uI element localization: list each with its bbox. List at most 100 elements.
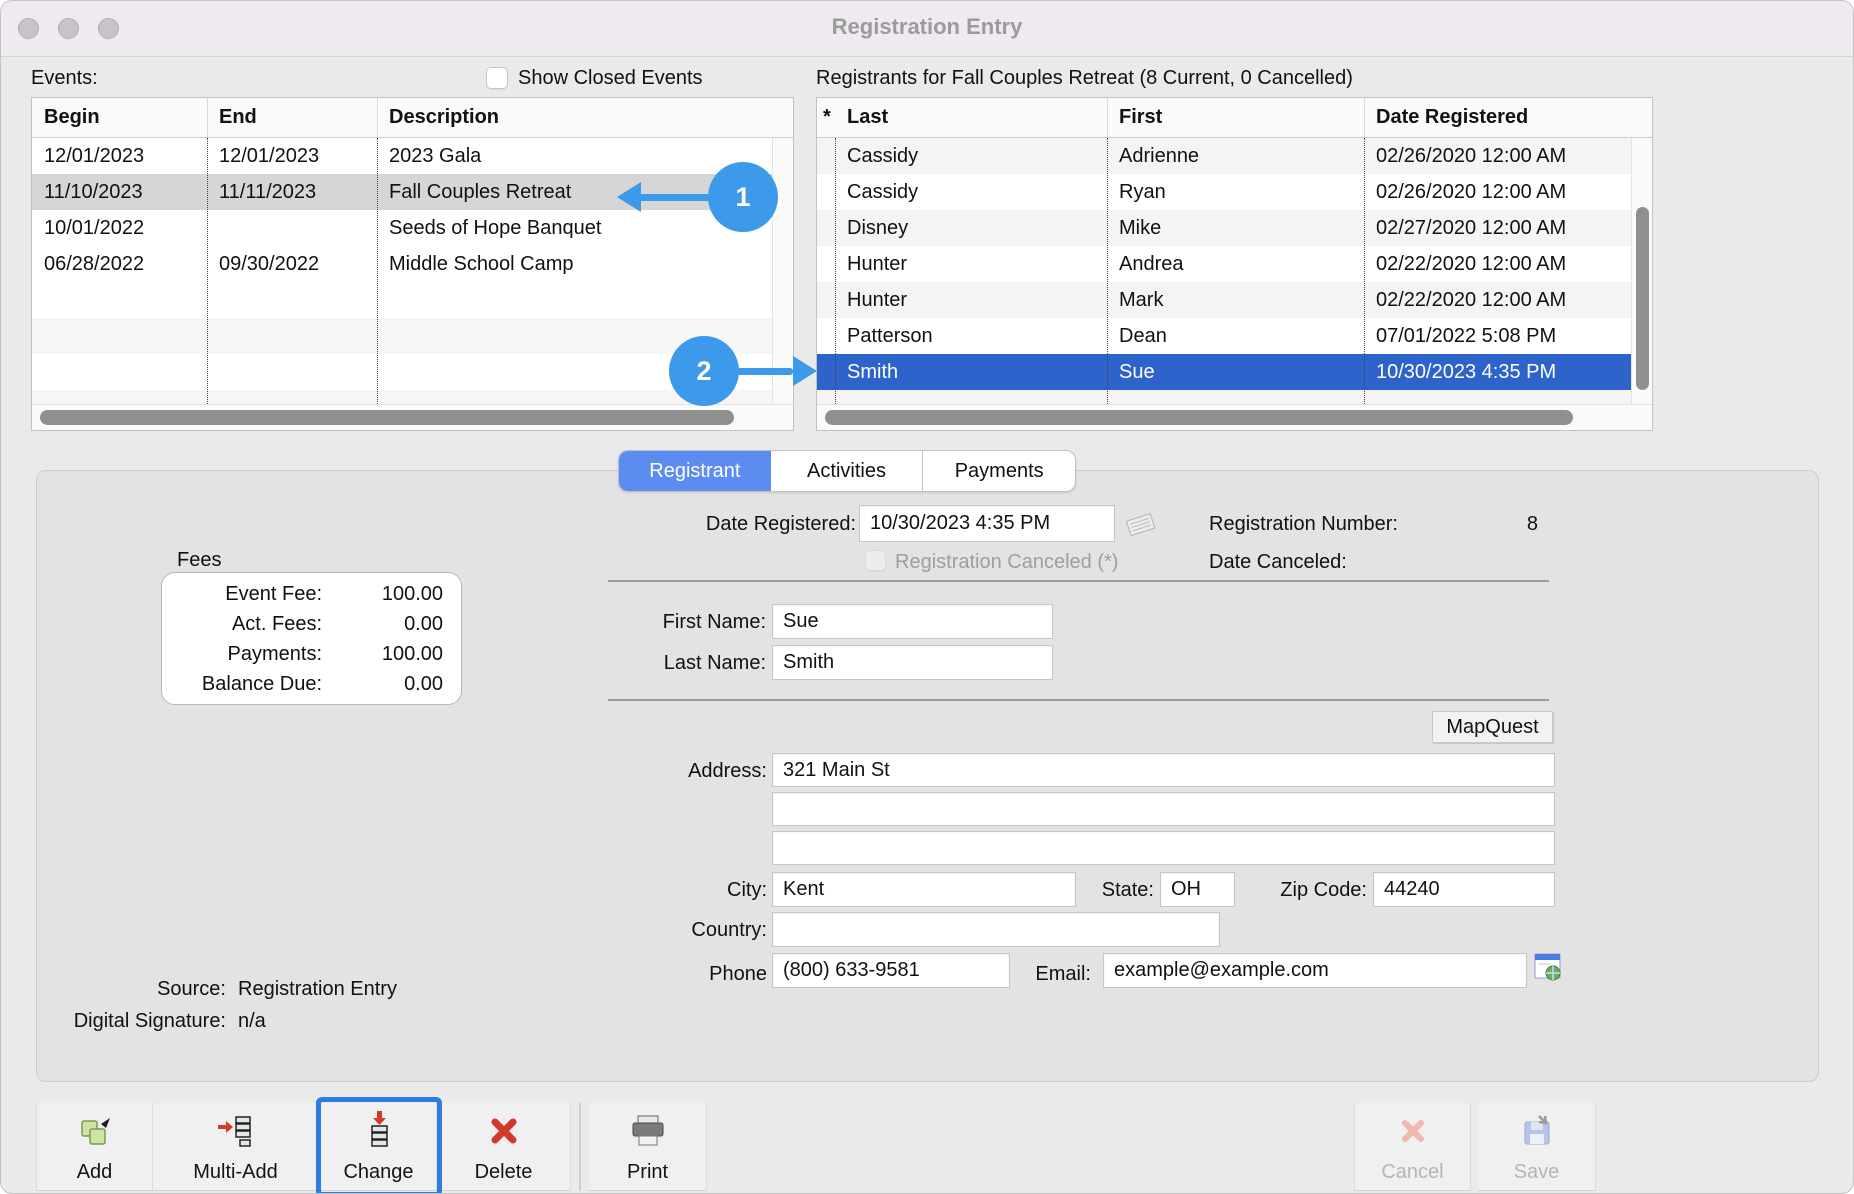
tab-payments[interactable]: Payments <box>922 451 1075 491</box>
events-col-begin[interactable]: Begin <box>32 98 207 137</box>
header-separator <box>207 98 208 137</box>
multi-add-button[interactable]: Multi-Add <box>153 1103 319 1191</box>
zip-code-input[interactable]: 44240 <box>1373 872 1555 907</box>
title-bar: Registration Entry <box>1 1 1853 57</box>
print-icon <box>628 1111 668 1151</box>
delete-label: Delete <box>475 1161 533 1184</box>
cancel-button[interactable]: Cancel <box>1354 1103 1471 1191</box>
city-input[interactable]: Kent <box>772 872 1076 907</box>
registrant-row[interactable]: Patterson Dean 07/01/2022 5:08 PM <box>817 318 1631 354</box>
country-input[interactable] <box>772 912 1220 947</box>
scrollbar-thumb[interactable] <box>1636 207 1649 390</box>
last-name-input[interactable]: Smith <box>772 645 1053 680</box>
print-button[interactable]: Print <box>589 1103 707 1191</box>
add-button[interactable]: Add <box>36 1103 153 1191</box>
email-input[interactable]: example@example.com <box>1103 953 1527 988</box>
address-line2-input[interactable] <box>772 792 1555 826</box>
events-col-end[interactable]: End <box>207 98 377 137</box>
header-separator <box>1364 98 1365 137</box>
scrollbar-thumb[interactable] <box>40 410 734 425</box>
add-icon <box>77 1111 113 1151</box>
tab-activities[interactable]: Activities <box>771 451 923 491</box>
column-divider <box>207 138 208 404</box>
delete-icon <box>487 1111 521 1151</box>
phone-input[interactable]: (800) 633-9581 <box>772 953 1010 988</box>
zip-code-label: Zip Code: <box>1249 877 1367 903</box>
registrant-last: Patterson <box>835 318 1107 354</box>
add-label: Add <box>77 1161 113 1184</box>
registrant-date: 02/22/2020 12:00 AM <box>1364 246 1631 282</box>
registrant-last: Hunter <box>835 282 1107 318</box>
registrant-row-selected[interactable]: Smith Sue 10/30/2023 4:35 PM <box>817 354 1631 390</box>
save-button[interactable]: Save <box>1478 1103 1596 1191</box>
delete-button[interactable]: Delete <box>437 1103 571 1191</box>
registrant-first: Ryan <box>1107 174 1364 210</box>
registrants-table-body: Cassidy Adrienne 02/26/2020 12:00 AM Cas… <box>817 138 1631 404</box>
open-browser-icon[interactable] <box>1534 949 1562 988</box>
payments-label: Payments: <box>162 639 322 669</box>
registrants-col-date[interactable]: Date Registered <box>1364 98 1632 137</box>
act-fees-label: Act. Fees: <box>162 609 322 639</box>
registrants-vertical-scrollbar[interactable] <box>1631 138 1652 404</box>
balance-due-label: Balance Due: <box>162 669 322 699</box>
registrant-flag <box>817 318 835 354</box>
window-title: Registration Entry <box>1 14 1853 40</box>
event-fee-value: 100.00 <box>322 579 461 609</box>
date-stamp-icon[interactable] <box>1123 509 1159 544</box>
cancel-icon <box>1396 1111 1430 1151</box>
first-name-input[interactable]: Sue <box>772 604 1053 639</box>
registrant-row[interactable]: Cassidy Ryan 02/26/2020 12:00 AM <box>817 174 1631 210</box>
fees-box: Event Fee:100.00 Act. Fees:0.00 Payments… <box>161 572 462 705</box>
event-row[interactable]: 12/01/2023 12/01/2023 2023 Gala <box>32 138 772 174</box>
event-description: 2023 Gala <box>377 138 772 174</box>
event-row-selected[interactable]: 11/10/2023 11/11/2023 Fall Couples Retre… <box>32 174 772 210</box>
registrant-first: Sue <box>1107 354 1364 390</box>
show-closed-events-checkbox[interactable] <box>486 67 508 89</box>
scrollbar-thumb[interactable] <box>825 410 1573 425</box>
tab-registrant[interactable]: Registrant <box>619 451 771 491</box>
registrant-row[interactable]: Hunter Mark 02/22/2020 12:00 AM <box>817 282 1631 318</box>
state-input[interactable]: OH <box>1160 872 1235 907</box>
events-col-description[interactable]: Description <box>377 98 772 137</box>
registrant-first: Adrienne <box>1107 138 1364 174</box>
event-row[interactable]: 06/28/2022 09/30/2022 Middle School Camp <box>32 246 772 282</box>
events-vertical-scrollbar[interactable] <box>772 138 793 404</box>
event-row-empty <box>32 282 772 318</box>
column-divider <box>1107 138 1108 404</box>
cancel-label: Cancel <box>1381 1161 1443 1184</box>
annotation-arrow-shaft <box>639 194 711 201</box>
registration-canceled-checkbox[interactable] <box>865 550 886 571</box>
event-row[interactable]: 10/01/2022 Seeds of Hope Banquet <box>32 210 772 246</box>
registrants-col-last[interactable]: Last <box>835 98 1107 137</box>
registration-entry-window: Registration Entry Events: Show Closed E… <box>0 0 1854 1194</box>
save-icon <box>1520 1111 1554 1151</box>
registrants-table-header: * Last First Date Registered <box>817 98 1652 138</box>
date-registered-input[interactable]: 10/30/2023 4:35 PM <box>859 505 1115 542</box>
registrant-row[interactable]: Cassidy Adrienne 02/26/2020 12:00 AM <box>817 138 1631 174</box>
header-separator <box>1107 98 1108 137</box>
address-line3-input[interactable] <box>772 831 1555 865</box>
registrant-first: Mike <box>1107 210 1364 246</box>
show-closed-events-label: Show Closed Events <box>518 65 703 91</box>
registrant-last: Cassidy <box>835 174 1107 210</box>
last-name-label: Last Name: <box>561 650 766 676</box>
registrant-row[interactable]: Disney Mike 02/27/2020 12:00 AM <box>817 210 1631 246</box>
registrants-col-first[interactable]: First <box>1107 98 1364 137</box>
registrant-last: Smith <box>835 354 1107 390</box>
state-label: State: <box>1079 877 1154 903</box>
registrant-flag <box>817 282 835 318</box>
address-line1-input[interactable]: 321 Main St <box>772 753 1555 787</box>
registrants-col-flag[interactable]: * <box>817 98 835 137</box>
event-begin: 10/01/2022 <box>32 210 207 246</box>
registrant-row[interactable]: Hunter Andrea 02/22/2020 12:00 AM <box>817 246 1631 282</box>
date-canceled-label: Date Canceled: <box>1209 549 1347 575</box>
registrant-first: Dean <box>1107 318 1364 354</box>
event-begin: 12/01/2023 <box>32 138 207 174</box>
column-divider <box>835 138 836 404</box>
header-separator <box>377 98 378 137</box>
event-begin: 06/28/2022 <box>32 246 207 282</box>
events-horizontal-scrollbar[interactable] <box>32 404 793 430</box>
registrants-horizontal-scrollbar[interactable] <box>817 404 1652 430</box>
balance-due-value: 0.00 <box>322 669 461 699</box>
mapquest-button[interactable]: MapQuest <box>1432 711 1553 743</box>
